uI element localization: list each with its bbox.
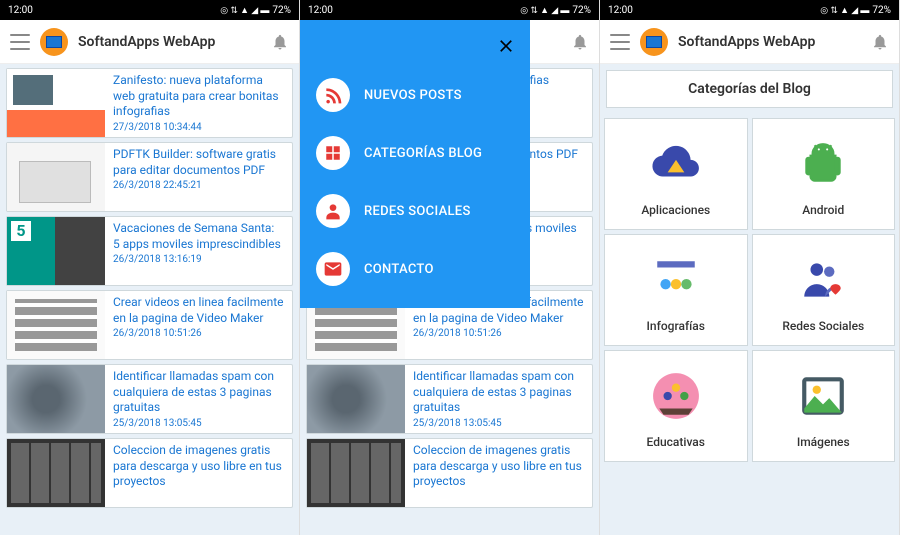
post-date: 27/3/2018 10:34:44 (113, 122, 284, 133)
person-icon (316, 194, 350, 228)
post-thumb (7, 291, 105, 359)
category-label: Educativas (647, 435, 705, 449)
category-label: Infografías (647, 319, 705, 333)
post-thumb (7, 365, 105, 433)
post-thumb (307, 365, 405, 433)
post-title: Vacaciones de Semana Santa: 5 apps movil… (113, 221, 284, 252)
post-date: 26/3/2018 13:16:19 (113, 254, 284, 265)
post-title: Identificar llamadas spam con cualquiera… (113, 369, 284, 416)
post-title: Coleccion de imagenes gratis para descar… (413, 443, 584, 490)
status-battery: 72% (572, 5, 591, 16)
post-thumb (7, 69, 105, 137)
list-item[interactable]: Coleccion de imagenes gratis para descar… (306, 438, 593, 508)
post-date: 25/3/2018 13:05:45 (413, 418, 584, 429)
image-icon (796, 369, 850, 423)
category-label: Aplicaciones (641, 203, 710, 217)
category-label: Android (802, 203, 844, 217)
android-icon (796, 137, 850, 191)
screen-drawer: 12:00 ◎ ⇅ ▲ ◢ ▬ 72% va plataforma a crea… (300, 0, 600, 535)
statusbar: 12:00 ◎ ⇅ ▲ ◢ ▬ 72% (600, 0, 899, 20)
status-battery: 72% (872, 5, 891, 16)
drawer-item-contact[interactable]: CONTACTO (300, 240, 530, 298)
post-title: Identificar llamadas spam con cualquiera… (413, 369, 584, 416)
post-thumb (7, 439, 105, 507)
appbar: SoftandApps WebApp (600, 20, 899, 64)
hamburger-icon[interactable] (10, 34, 30, 50)
app-title: SoftandApps WebApp (678, 34, 861, 50)
people-icon (796, 253, 850, 307)
close-button[interactable] (300, 30, 530, 66)
drawer-item-posts[interactable]: NUEVOS POSTS (300, 66, 530, 124)
cloud-icon (649, 137, 703, 191)
category-label: Imágenes (797, 435, 850, 449)
bell-icon[interactable] (571, 33, 589, 51)
app-logo (640, 28, 668, 56)
post-thumb (307, 439, 405, 507)
drawer-label: CONTACTO (364, 262, 434, 277)
list-item[interactable]: Identificar llamadas spam con cualquiera… (6, 364, 293, 434)
list-item[interactable]: Identificar llamadas spam con cualquiera… (306, 364, 593, 434)
post-list[interactable]: Zanifesto: nueva plataforma web gratuita… (0, 64, 299, 535)
list-item[interactable]: Vacaciones de Semana Santa: 5 apps movil… (6, 216, 293, 286)
drawer-label: NUEVOS POSTS (364, 88, 462, 103)
post-title: PDFTK Builder: software gratis para edit… (113, 147, 284, 178)
category-grid: Aplicaciones Android Infografías Redes S… (600, 114, 899, 466)
post-date: 26/3/2018 10:51:26 (113, 328, 284, 339)
post-title: Crear videos en linea facilmente en la p… (113, 295, 284, 326)
status-icons: ◎ ⇅ ▲ ◢ ▬ (520, 5, 569, 16)
mail-icon (316, 252, 350, 286)
nav-drawer: NUEVOS POSTS CATEGORÍAS BLOG REDES SOCIA… (300, 20, 530, 308)
screen-posts: 12:00 ◎ ⇅ ▲ ◢ ▬ 72% SoftandApps WebApp Z… (0, 0, 300, 535)
edu-icon (649, 369, 703, 423)
list-item[interactable]: Zanifesto: nueva plataforma web gratuita… (6, 68, 293, 138)
status-time: 12:00 (8, 5, 33, 16)
app-logo (40, 28, 68, 56)
app-title: SoftandApps WebApp (78, 34, 261, 50)
categories-header: Categorías del Blog (606, 70, 893, 108)
rss-icon (316, 78, 350, 112)
chart-icon (649, 253, 703, 307)
close-icon (496, 36, 516, 56)
category-educativas[interactable]: Educativas (604, 350, 748, 462)
category-redes-sociales[interactable]: Redes Sociales (752, 234, 896, 346)
post-date: 26/3/2018 10:51:26 (413, 328, 584, 339)
screen-categories: 12:00 ◎ ⇅ ▲ ◢ ▬ 72% SoftandApps WebApp C… (600, 0, 900, 535)
appbar: SoftandApps WebApp (0, 20, 299, 64)
statusbar: 12:00 ◎ ⇅ ▲ ◢ ▬ 72% (300, 0, 599, 20)
status-time: 12:00 (608, 5, 633, 16)
status-time: 12:00 (308, 5, 333, 16)
status-battery: 72% (272, 5, 291, 16)
status-icons: ◎ ⇅ ▲ ◢ ▬ (820, 5, 869, 16)
category-screen: Categorías del Blog Aplicaciones Android… (600, 64, 899, 535)
statusbar: 12:00 ◎ ⇅ ▲ ◢ ▬ 72% (0, 0, 299, 20)
drawer-item-categories[interactable]: CATEGORÍAS BLOG (300, 124, 530, 182)
list-item[interactable]: Crear videos en linea facilmente en la p… (6, 290, 293, 360)
bell-icon[interactable] (871, 33, 889, 51)
post-title: Coleccion de imagenes gratis para descar… (113, 443, 284, 490)
post-date: 26/3/2018 22:45:21 (113, 180, 284, 191)
post-thumb (7, 143, 105, 211)
drawer-label: CATEGORÍAS BLOG (364, 146, 482, 161)
post-thumb (7, 217, 105, 285)
category-aplicaciones[interactable]: Aplicaciones (604, 118, 748, 230)
category-imagenes[interactable]: Imágenes (752, 350, 896, 462)
status-icons: ◎ ⇅ ▲ ◢ ▬ (220, 5, 269, 16)
category-android[interactable]: Android (752, 118, 896, 230)
list-item[interactable]: Coleccion de imagenes gratis para descar… (6, 438, 293, 508)
category-infografias[interactable]: Infografías (604, 234, 748, 346)
drawer-label: REDES SOCIALES (364, 204, 471, 219)
hamburger-icon[interactable] (610, 34, 630, 50)
drawer-item-social[interactable]: REDES SOCIALES (300, 182, 530, 240)
post-date: 25/3/2018 13:05:45 (113, 418, 284, 429)
grid-icon (316, 136, 350, 170)
post-title: Zanifesto: nueva plataforma web gratuita… (113, 73, 284, 120)
list-item[interactable]: PDFTK Builder: software gratis para edit… (6, 142, 293, 212)
category-label: Redes Sociales (782, 319, 864, 333)
bell-icon[interactable] (271, 33, 289, 51)
